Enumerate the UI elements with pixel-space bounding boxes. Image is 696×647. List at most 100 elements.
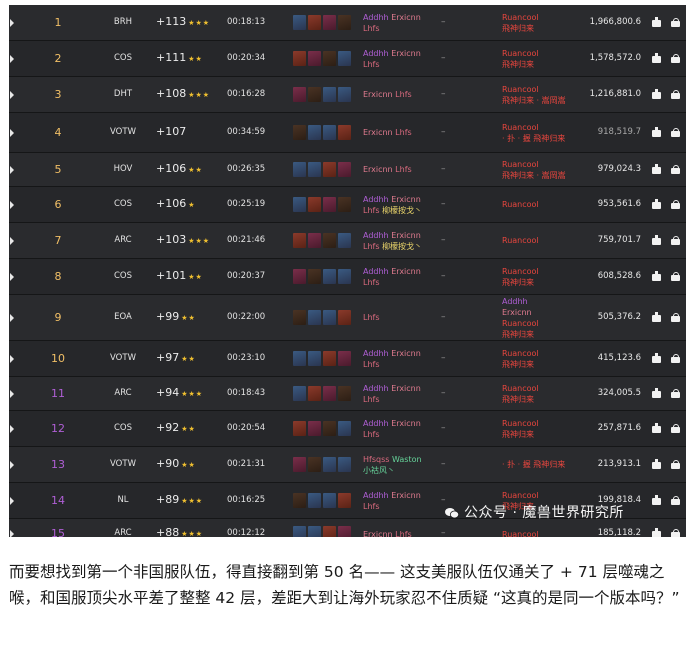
table-row[interactable]: 12 COS +92 ★★ 00:20:54 Addhh Erxicnn Lhfs – Ruan… [9, 411, 686, 447]
class-spec-icon[interactable] [293, 232, 306, 248]
guild-name[interactable]: Ruancool [502, 84, 582, 95]
player-name[interactable]: Lhfs [363, 242, 380, 251]
class-spec-icon[interactable] [293, 196, 306, 212]
table-row[interactable]: 2 COS +111 ★★ 00:20:34 Addhh Erxicnn Lhfs – Ruan… [9, 41, 686, 77]
player-name[interactable]: Erxicnn [391, 384, 421, 393]
player-name[interactable]: Addhh [363, 419, 389, 428]
class-spec-icon[interactable] [338, 309, 351, 325]
class-spec-icon[interactable] [308, 14, 321, 30]
guild-name[interactable]: 飛神归来 [502, 277, 582, 288]
class-spec-icon[interactable] [293, 161, 306, 177]
video-icon[interactable] [652, 163, 662, 174]
guild-name[interactable]: Addhh [502, 296, 582, 307]
overview-icon[interactable] [671, 127, 681, 137]
class-spec-icon[interactable] [338, 86, 351, 102]
video-icon[interactable] [652, 88, 662, 99]
video-icon[interactable] [652, 352, 662, 363]
overview-icon[interactable] [671, 529, 681, 537]
class-spec-icon[interactable] [338, 492, 351, 508]
guild-name[interactable]: Ruancool [502, 418, 582, 429]
guild-name[interactable]: 飛神归来 [502, 429, 582, 440]
overview-icon[interactable] [671, 271, 681, 281]
guild-name[interactable]: 飛神归来 [502, 59, 582, 70]
guild-name[interactable]: Ruancool [502, 490, 582, 501]
class-spec-icon[interactable] [323, 526, 336, 537]
guild-name[interactable]: Ruancool [502, 159, 582, 170]
class-spec-icon[interactable] [323, 492, 336, 508]
player-name[interactable]: Lhfs [363, 502, 380, 511]
overview-icon[interactable] [671, 199, 681, 209]
player-name[interactable]: Addhh [363, 384, 389, 393]
video-icon[interactable] [652, 270, 662, 281]
expand-arrow-icon[interactable] [10, 496, 14, 505]
guild-name[interactable]: 飛神归来 [502, 394, 582, 405]
class-spec-icon[interactable] [308, 161, 321, 177]
class-spec-icon[interactable] [323, 456, 336, 472]
class-spec-icon[interactable] [293, 124, 306, 140]
player-name[interactable]: Erxicnn [363, 165, 393, 174]
video-icon[interactable] [652, 234, 662, 245]
guild-name[interactable]: 飛神归来 [502, 23, 582, 34]
class-spec-icon[interactable] [323, 232, 336, 248]
player-name[interactable]: Erxicnn [391, 267, 421, 276]
guild-name[interactable]: Ruancool [502, 122, 582, 133]
class-spec-icon[interactable] [293, 456, 306, 472]
class-spec-icon[interactable] [338, 124, 351, 140]
player-name[interactable]: Erxicnn [391, 419, 421, 428]
expand-arrow-icon[interactable] [10, 272, 14, 281]
player-name[interactable]: Lhfs [395, 90, 412, 99]
player-name[interactable]: Lhfs [363, 206, 380, 215]
class-spec-icon[interactable] [338, 196, 351, 212]
class-spec-icon[interactable] [323, 86, 336, 102]
overview-icon[interactable] [671, 459, 681, 469]
table-row[interactable]: 11 ARC +94 ★★★ 00:18:43 Addhh Erxicnn Lhfs – Rua… [9, 377, 686, 411]
video-icon[interactable] [652, 494, 662, 505]
player-name[interactable]: Erxicnn [391, 13, 421, 22]
class-spec-icon[interactable] [323, 196, 336, 212]
player-name[interactable]: Erxicnn [391, 195, 421, 204]
video-icon[interactable] [652, 422, 662, 433]
guild-name[interactable]: Ruancool [502, 318, 582, 329]
player-name[interactable]: Addhh [363, 231, 389, 240]
class-spec-icon[interactable] [323, 268, 336, 284]
video-icon[interactable] [652, 16, 662, 27]
class-spec-icon[interactable] [338, 268, 351, 284]
player-name[interactable]: Erxicnn [391, 491, 421, 500]
player-name[interactable]: Erxicnn [391, 231, 421, 240]
class-spec-icon[interactable] [308, 124, 321, 140]
class-spec-icon[interactable] [323, 124, 336, 140]
expand-arrow-icon[interactable] [10, 389, 14, 398]
table-row[interactable]: 3 DHT +108 ★★★ 00:16:28 Erxicnn Lhfs – Ruancool… [9, 77, 686, 113]
guild-name[interactable]: 飛神归来 [502, 359, 582, 370]
class-spec-icon[interactable] [308, 350, 321, 366]
class-spec-icon[interactable] [338, 50, 351, 66]
player-name[interactable]: 柳檬按戈丶 [382, 242, 422, 251]
overview-icon[interactable] [671, 353, 681, 363]
player-name[interactable]: 小祜风丶 [363, 466, 395, 475]
guild-name[interactable]: Ruancool [502, 199, 582, 210]
class-spec-icon[interactable] [293, 309, 306, 325]
class-spec-icon[interactable] [338, 14, 351, 30]
overview-icon[interactable] [671, 53, 681, 63]
expand-arrow-icon[interactable] [10, 530, 14, 537]
table-row[interactable]: 7 ARC +103 ★★★ 00:21:46 Addhh Erxicnn Lhfs 柳檬按… [9, 223, 686, 259]
overview-icon[interactable] [671, 423, 681, 433]
expand-arrow-icon[interactable] [10, 54, 14, 63]
class-spec-icon[interactable] [338, 526, 351, 537]
overview-icon[interactable] [671, 388, 681, 398]
overview-icon[interactable] [671, 235, 681, 245]
class-spec-icon[interactable] [293, 526, 306, 537]
player-name[interactable]: Hfsqss [363, 455, 389, 464]
player-name[interactable]: Lhfs [363, 278, 380, 287]
class-spec-icon[interactable] [308, 196, 321, 212]
class-spec-icon[interactable] [323, 385, 336, 401]
overview-icon[interactable] [671, 17, 681, 27]
expand-arrow-icon[interactable] [10, 236, 14, 245]
class-spec-icon[interactable] [308, 50, 321, 66]
class-spec-icon[interactable] [323, 420, 336, 436]
class-spec-icon[interactable] [308, 385, 321, 401]
class-spec-icon[interactable] [308, 492, 321, 508]
guild-name[interactable]: 飛神归来 [502, 329, 582, 340]
guild-name[interactable]: Ruancool [502, 383, 582, 394]
player-name[interactable]: Lhfs [395, 165, 412, 174]
